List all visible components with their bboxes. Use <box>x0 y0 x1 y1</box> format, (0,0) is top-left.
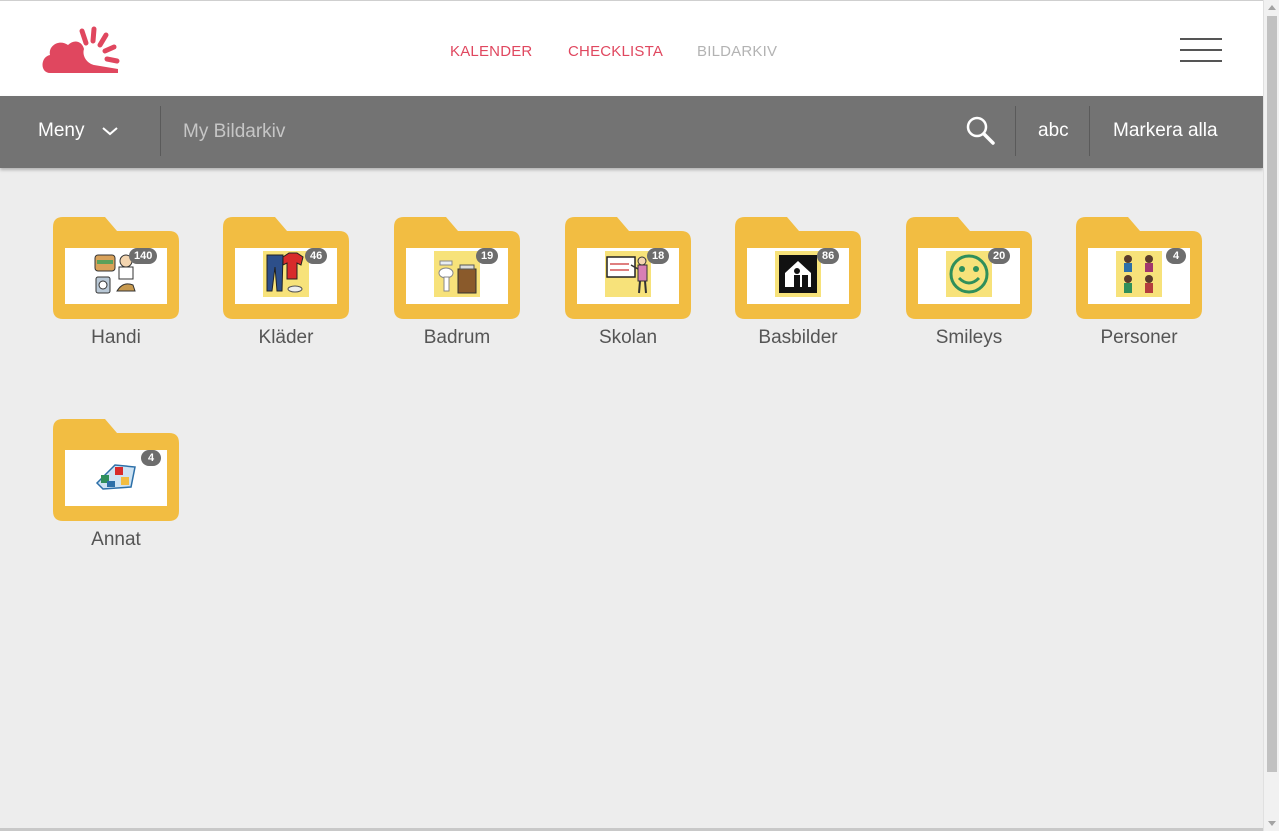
hamburger-line <box>1180 60 1222 62</box>
menu-label: Meny <box>38 120 85 141</box>
folder-label: Personer <box>1100 327 1178 348</box>
folder-handi[interactable]: 140 Handi <box>53 217 183 367</box>
folder-count-badge: 19 <box>476 248 499 264</box>
select-all-button[interactable]: Markera alla <box>1113 120 1218 142</box>
search-input[interactable] <box>183 116 883 148</box>
scroll-up-arrow-icon[interactable] <box>1268 5 1276 10</box>
persons-pictogram-icon <box>1116 251 1162 297</box>
folder-label: Skolan <box>598 327 658 348</box>
nav-bildarkiv[interactable]: BILDARKIV <box>697 43 777 60</box>
hamburger-menu-icon[interactable] <box>1180 38 1222 64</box>
basic-pictogram-icon <box>775 251 821 297</box>
folder-label: Kläder <box>258 327 314 348</box>
folder-basbilder[interactable]: 86 Basbilder <box>735 217 865 367</box>
scrollbar-thumb[interactable] <box>1267 16 1277 772</box>
toolbar: Meny abc Markera alla <box>0 96 1263 168</box>
folder-count-badge: 86 <box>817 248 840 264</box>
top-header: KALENDER CHECKLISTA BILDARKIV <box>0 1 1263 96</box>
toolbar-divider <box>1089 106 1090 156</box>
folder-count-badge: 140 <box>129 248 158 264</box>
board-game-pictogram-icon <box>93 453 139 499</box>
nav-kalender[interactable]: KALENDER <box>450 43 532 60</box>
folder-count-badge: 46 <box>305 248 328 264</box>
folder-klader[interactable]: 46 Kläder <box>223 217 353 367</box>
bathroom-pictogram-icon <box>434 251 480 297</box>
nav-checklista[interactable]: CHECKLISTA <box>568 43 663 60</box>
school-pictogram-icon <box>605 251 651 297</box>
folder-annat[interactable]: 4 Annat <box>53 419 183 569</box>
hamburger-line <box>1180 38 1222 40</box>
scroll-down-arrow-icon[interactable] <box>1268 821 1276 826</box>
folder-count-badge: 4 <box>141 450 161 466</box>
toolbar-divider <box>1015 106 1016 156</box>
chevron-down-icon <box>102 127 118 136</box>
folder-skolan[interactable]: 18 Skolan <box>565 217 695 367</box>
folder-label: Annat <box>91 529 141 550</box>
folder-label: Badrum <box>423 327 491 348</box>
smiley-pictogram-icon <box>946 251 992 297</box>
hamburger-line <box>1180 49 1222 51</box>
main-nav: KALENDER CHECKLISTA BILDARKIV <box>0 43 1263 63</box>
toolbar-divider <box>160 106 161 156</box>
folder-label: Smileys <box>935 327 1003 348</box>
folder-count-badge: 18 <box>647 248 670 264</box>
search-icon[interactable] <box>964 114 996 146</box>
folder-label: Basbilder <box>758 327 838 348</box>
vertical-scrollbar[interactable] <box>1263 0 1279 831</box>
folder-badrum[interactable]: 19 Badrum <box>394 217 524 367</box>
abc-sort-button[interactable]: abc <box>1038 120 1069 142</box>
folder-label: Handi <box>91 327 141 348</box>
folder-smileys[interactable]: 20 Smileys <box>906 217 1036 367</box>
folder-count-badge: 4 <box>1166 248 1186 264</box>
clothes-pictogram-icon <box>263 251 309 297</box>
menu-dropdown-button[interactable]: Meny <box>38 120 118 144</box>
folder-count-badge: 20 <box>988 248 1011 264</box>
folder-personer[interactable]: 4 Personer <box>1076 217 1206 367</box>
app-window: KALENDER CHECKLISTA BILDARKIV Meny abc M… <box>0 0 1263 831</box>
